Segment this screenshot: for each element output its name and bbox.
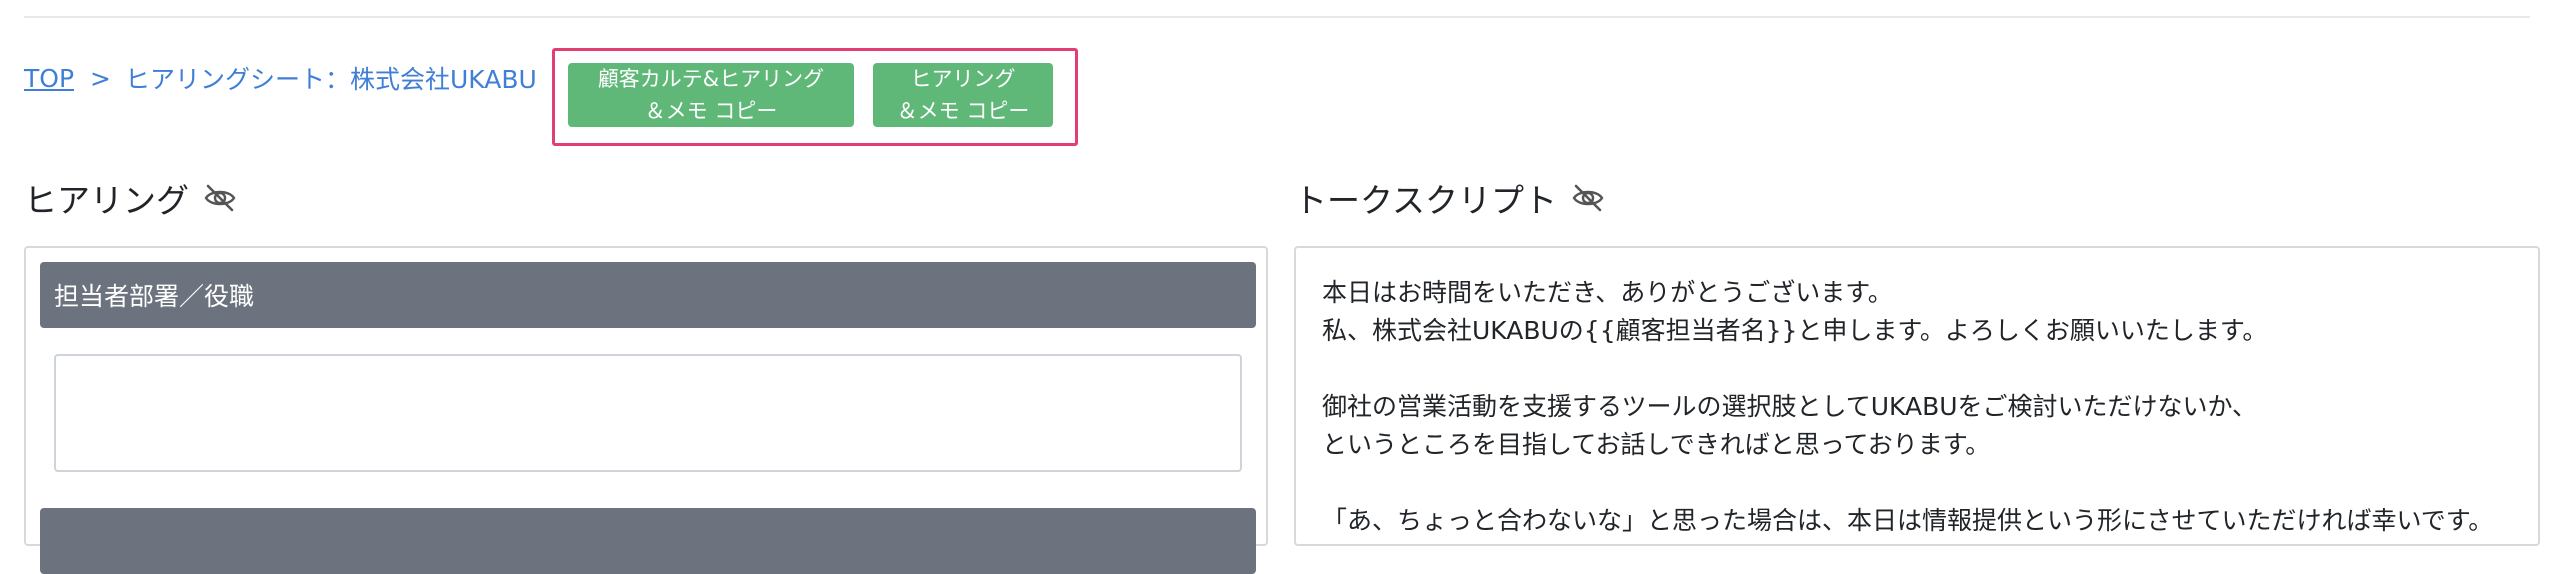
hearing-section-title: ヒアリング xyxy=(24,178,239,220)
talk-script-panel: 本日はお時間をいただき、ありがとうございます。 私、株式会社UKABUの{{顧客… xyxy=(1294,246,2540,546)
script-line: 御社の営業活動を支援するツールの選択肢としてUKABUをご検討いただけないか、 xyxy=(1322,392,2258,421)
customer-karte-copy-button[interactable]: 顧客カルテ&ヒアリング ＆メモ コピー xyxy=(568,63,854,127)
hearing-panel: 担当者部署／役職 xyxy=(24,246,1268,574)
talk-script-title-text: トークスクリプト xyxy=(1294,181,1558,220)
eye-slash-icon[interactable] xyxy=(201,179,239,217)
script-line: 私、株式会社UKABUの{{顧客担当者名}}と申します。よろしくお願いいたします… xyxy=(1322,316,2268,345)
field-header-next xyxy=(40,508,1256,574)
script-line: 本日はお時間をいただき、ありがとうございます。 xyxy=(1322,278,1893,307)
eye-slash-icon[interactable] xyxy=(1569,179,1607,217)
script-line: というところを目指してお話しできればと思っております。 xyxy=(1322,430,1991,459)
department-role-textarea[interactable] xyxy=(54,354,1242,472)
breadcrumb: TOP > ヒアリングシート：株式会社UKABU xyxy=(24,60,537,96)
script-blank-line xyxy=(1322,350,2512,388)
breadcrumb-separator: > xyxy=(90,63,111,93)
hearing-title-text: ヒアリング xyxy=(24,181,189,220)
breadcrumb-current: ヒアリングシート：株式会社UKABU xyxy=(124,65,537,94)
hearing-copy-button[interactable]: ヒアリング ＆メモ コピー xyxy=(873,63,1053,127)
field-header-department-role: 担当者部署／役職 xyxy=(40,262,1256,328)
talk-script-text: 本日はお時間をいただき、ありがとうございます。 私、株式会社UKABUの{{顧客… xyxy=(1322,274,2512,540)
script-blank-line xyxy=(1322,464,2512,502)
script-line: 「あ、ちょっと合わないな」と思った場合は、本日は情報提供という形にさせていただけ… xyxy=(1322,506,2494,535)
breadcrumb-top-link[interactable]: TOP xyxy=(24,64,74,93)
top-divider xyxy=(24,16,2530,18)
talk-script-section-title: トークスクリプト xyxy=(1294,178,1607,220)
